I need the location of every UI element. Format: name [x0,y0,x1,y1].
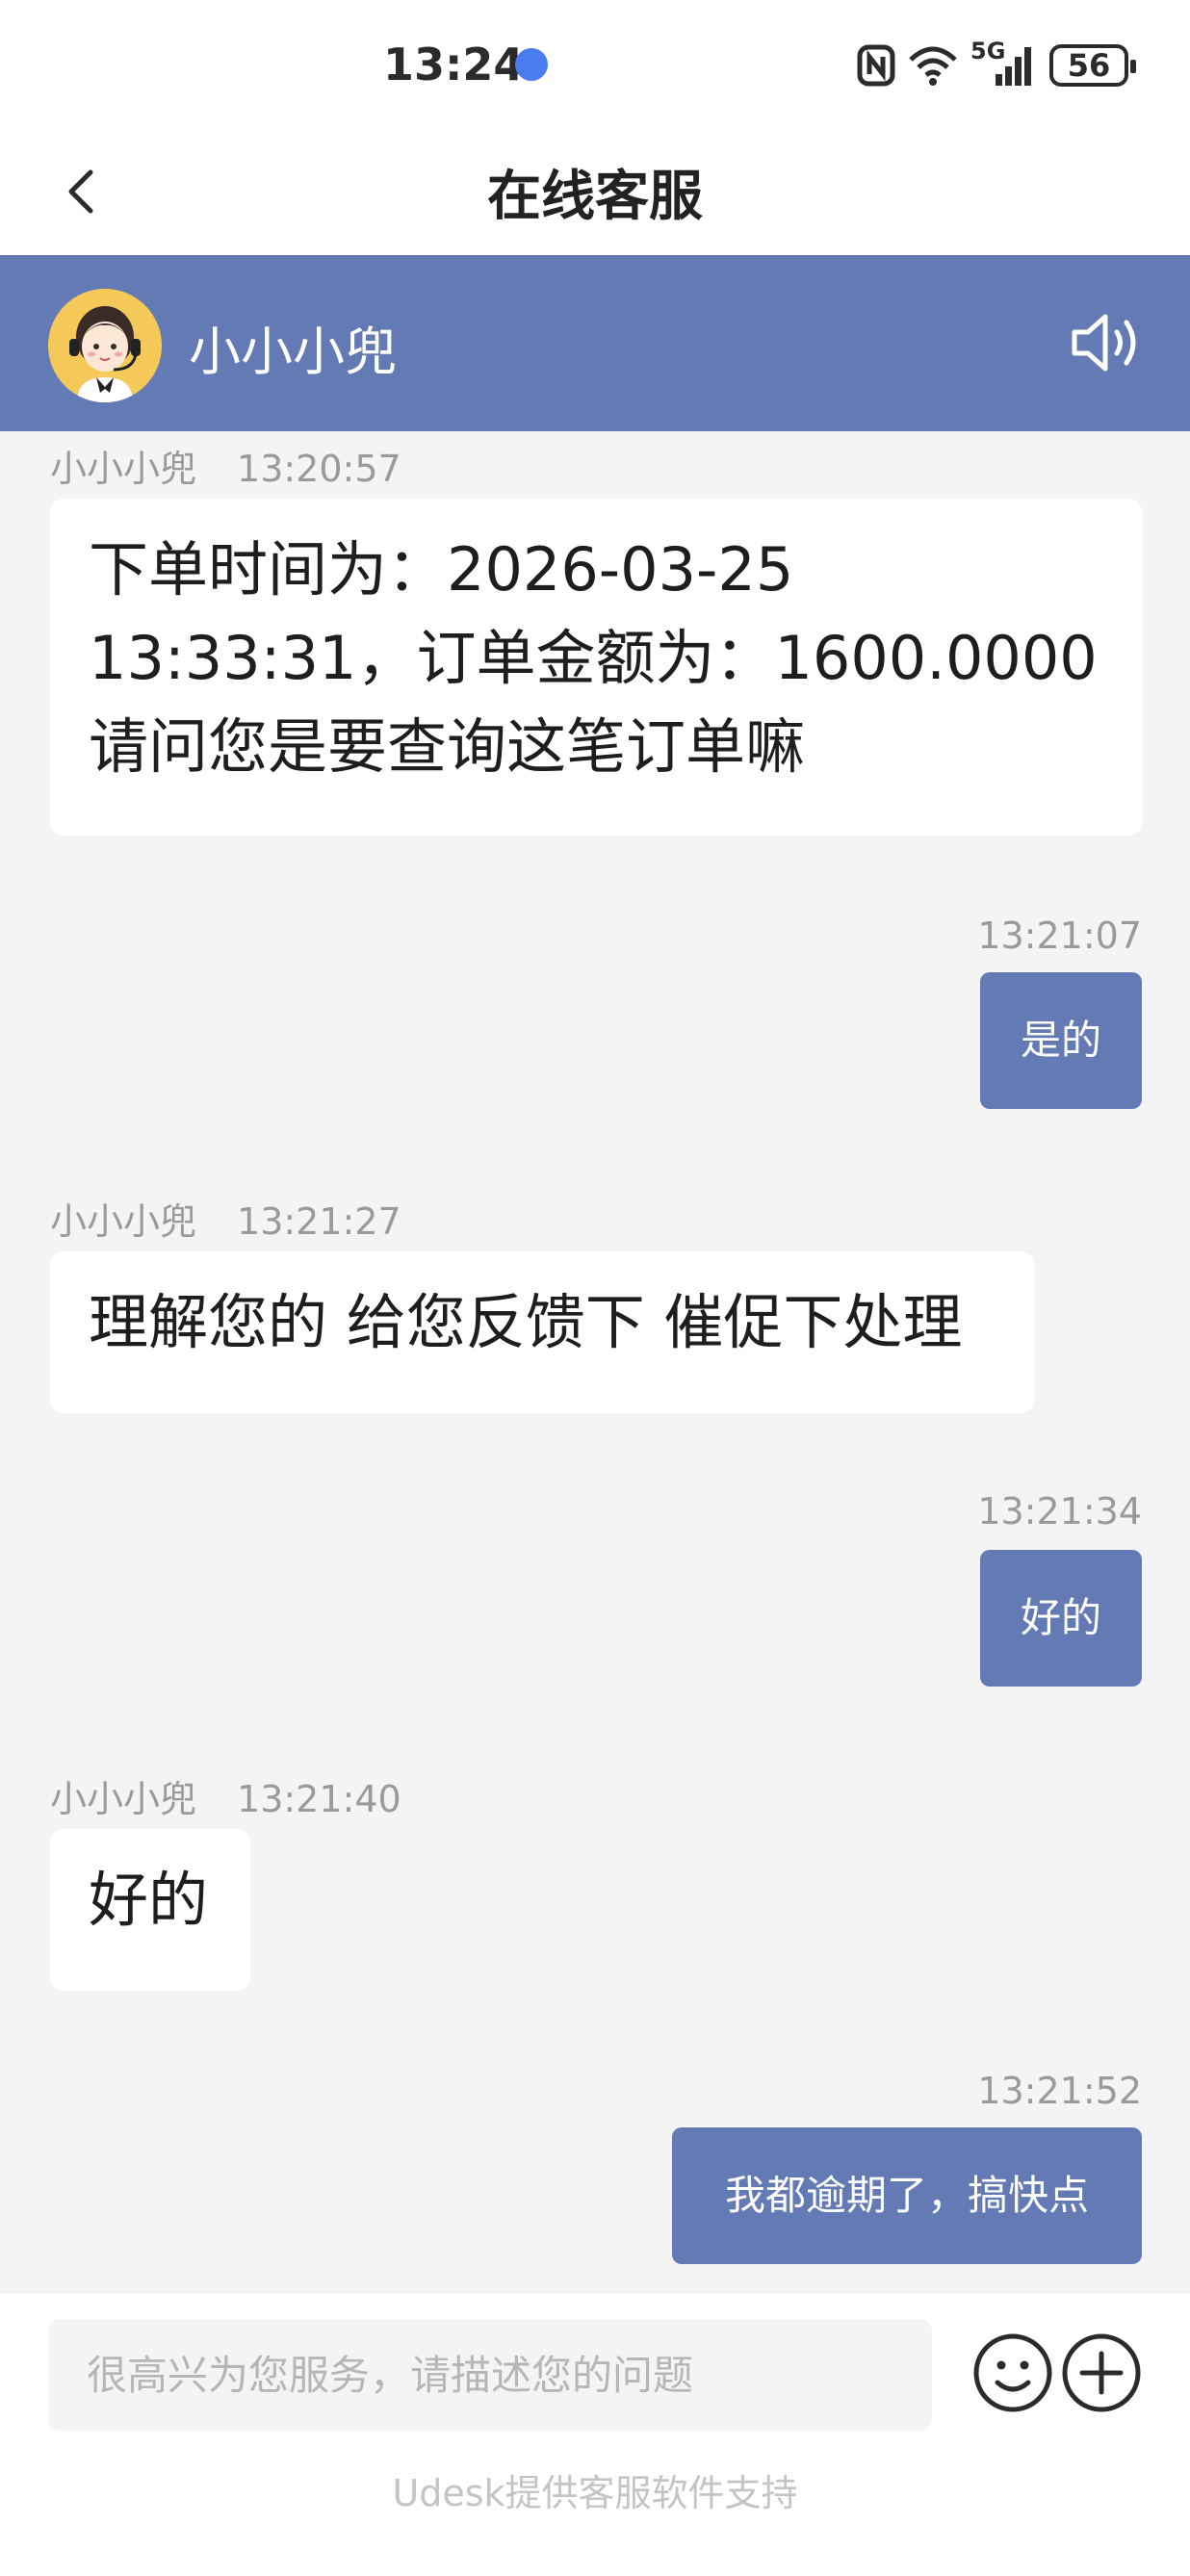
message-line: 下单时间为：2026-03-25 [89,534,794,605]
message-time: 13:21:27 [237,1200,401,1243]
speaker-icon[interactable] [1069,311,1142,374]
emoji-icon[interactable] [972,2332,1053,2413]
sender-name: 小小小兜 [50,1200,197,1243]
title-bar: 在线客服 [0,130,1190,255]
outgoing-message-bubble[interactable]: 好的 [980,1550,1142,1687]
message-line: 13:33:31，订单金额为：1600.0000 [89,623,1098,693]
message-time: 13:21:07 [977,914,1142,957]
agent-avatar-icon [48,289,162,402]
message-time: 13:20:57 [237,448,401,490]
status-icons: 5G 56 [857,38,1136,90]
page-title: 在线客服 [487,166,703,228]
battery-icon: 56 [1049,44,1136,87]
app-notification-icon [515,48,548,81]
message-line: 请问您是要查询这笔订单嘛 [89,711,806,782]
sender-name: 小小小兜 [50,448,197,490]
message-meta: 小小小兜 13:20:57 [50,439,401,492]
sender-name: 小小小兜 [50,1778,197,1820]
nfc-icon [857,44,895,87]
incoming-message-bubble[interactable]: 好的 [50,1829,250,1991]
plus-icon[interactable] [1061,2332,1142,2413]
status-time: 13:24 [383,39,525,90]
message-time: 13:21:40 [237,1778,401,1820]
cellular-signal-icon: 5G [970,38,1038,90]
outgoing-message-bubble[interactable]: 我都逾期了，搞快点 [672,2127,1142,2264]
message-time: 13:21:34 [977,1490,1142,1533]
status-bar: 13:24 5G 56 [0,0,1190,130]
battery-level: 56 [1067,47,1111,84]
message-meta: 小小小兜 13:21:27 [50,1192,401,1245]
message-time: 13:21:52 [977,2070,1142,2112]
incoming-message-bubble[interactable]: 理解您的 给您反馈下 催促下处理 [50,1251,1034,1413]
message-line: 好的 [89,1865,209,1935]
powered-by-note: Udesk提供客服软件支持 [392,2472,798,2514]
message-input[interactable] [48,2319,932,2431]
wifi-icon [909,46,957,86]
message-line: 理解您的 给您反馈下 催促下处理 [89,1287,963,1357]
agent-name: 小小小兜 [189,322,397,382]
agent-header: 小小小兜 [0,255,1190,431]
outgoing-message-bubble[interactable]: 是的 [980,972,1142,1109]
composer: Udesk提供客服软件支持 [0,2294,1190,2576]
incoming-message-bubble[interactable]: 下单时间为：2026-03-25 13:33:31，订单金额为：1600.000… [50,499,1142,836]
chat-messages[interactable]: 小小小兜 13:20:57 下单时间为：2026-03-25 13:33:31，订… [0,431,1190,2294]
message-meta: 小小小兜 13:21:40 [50,1769,401,1822]
